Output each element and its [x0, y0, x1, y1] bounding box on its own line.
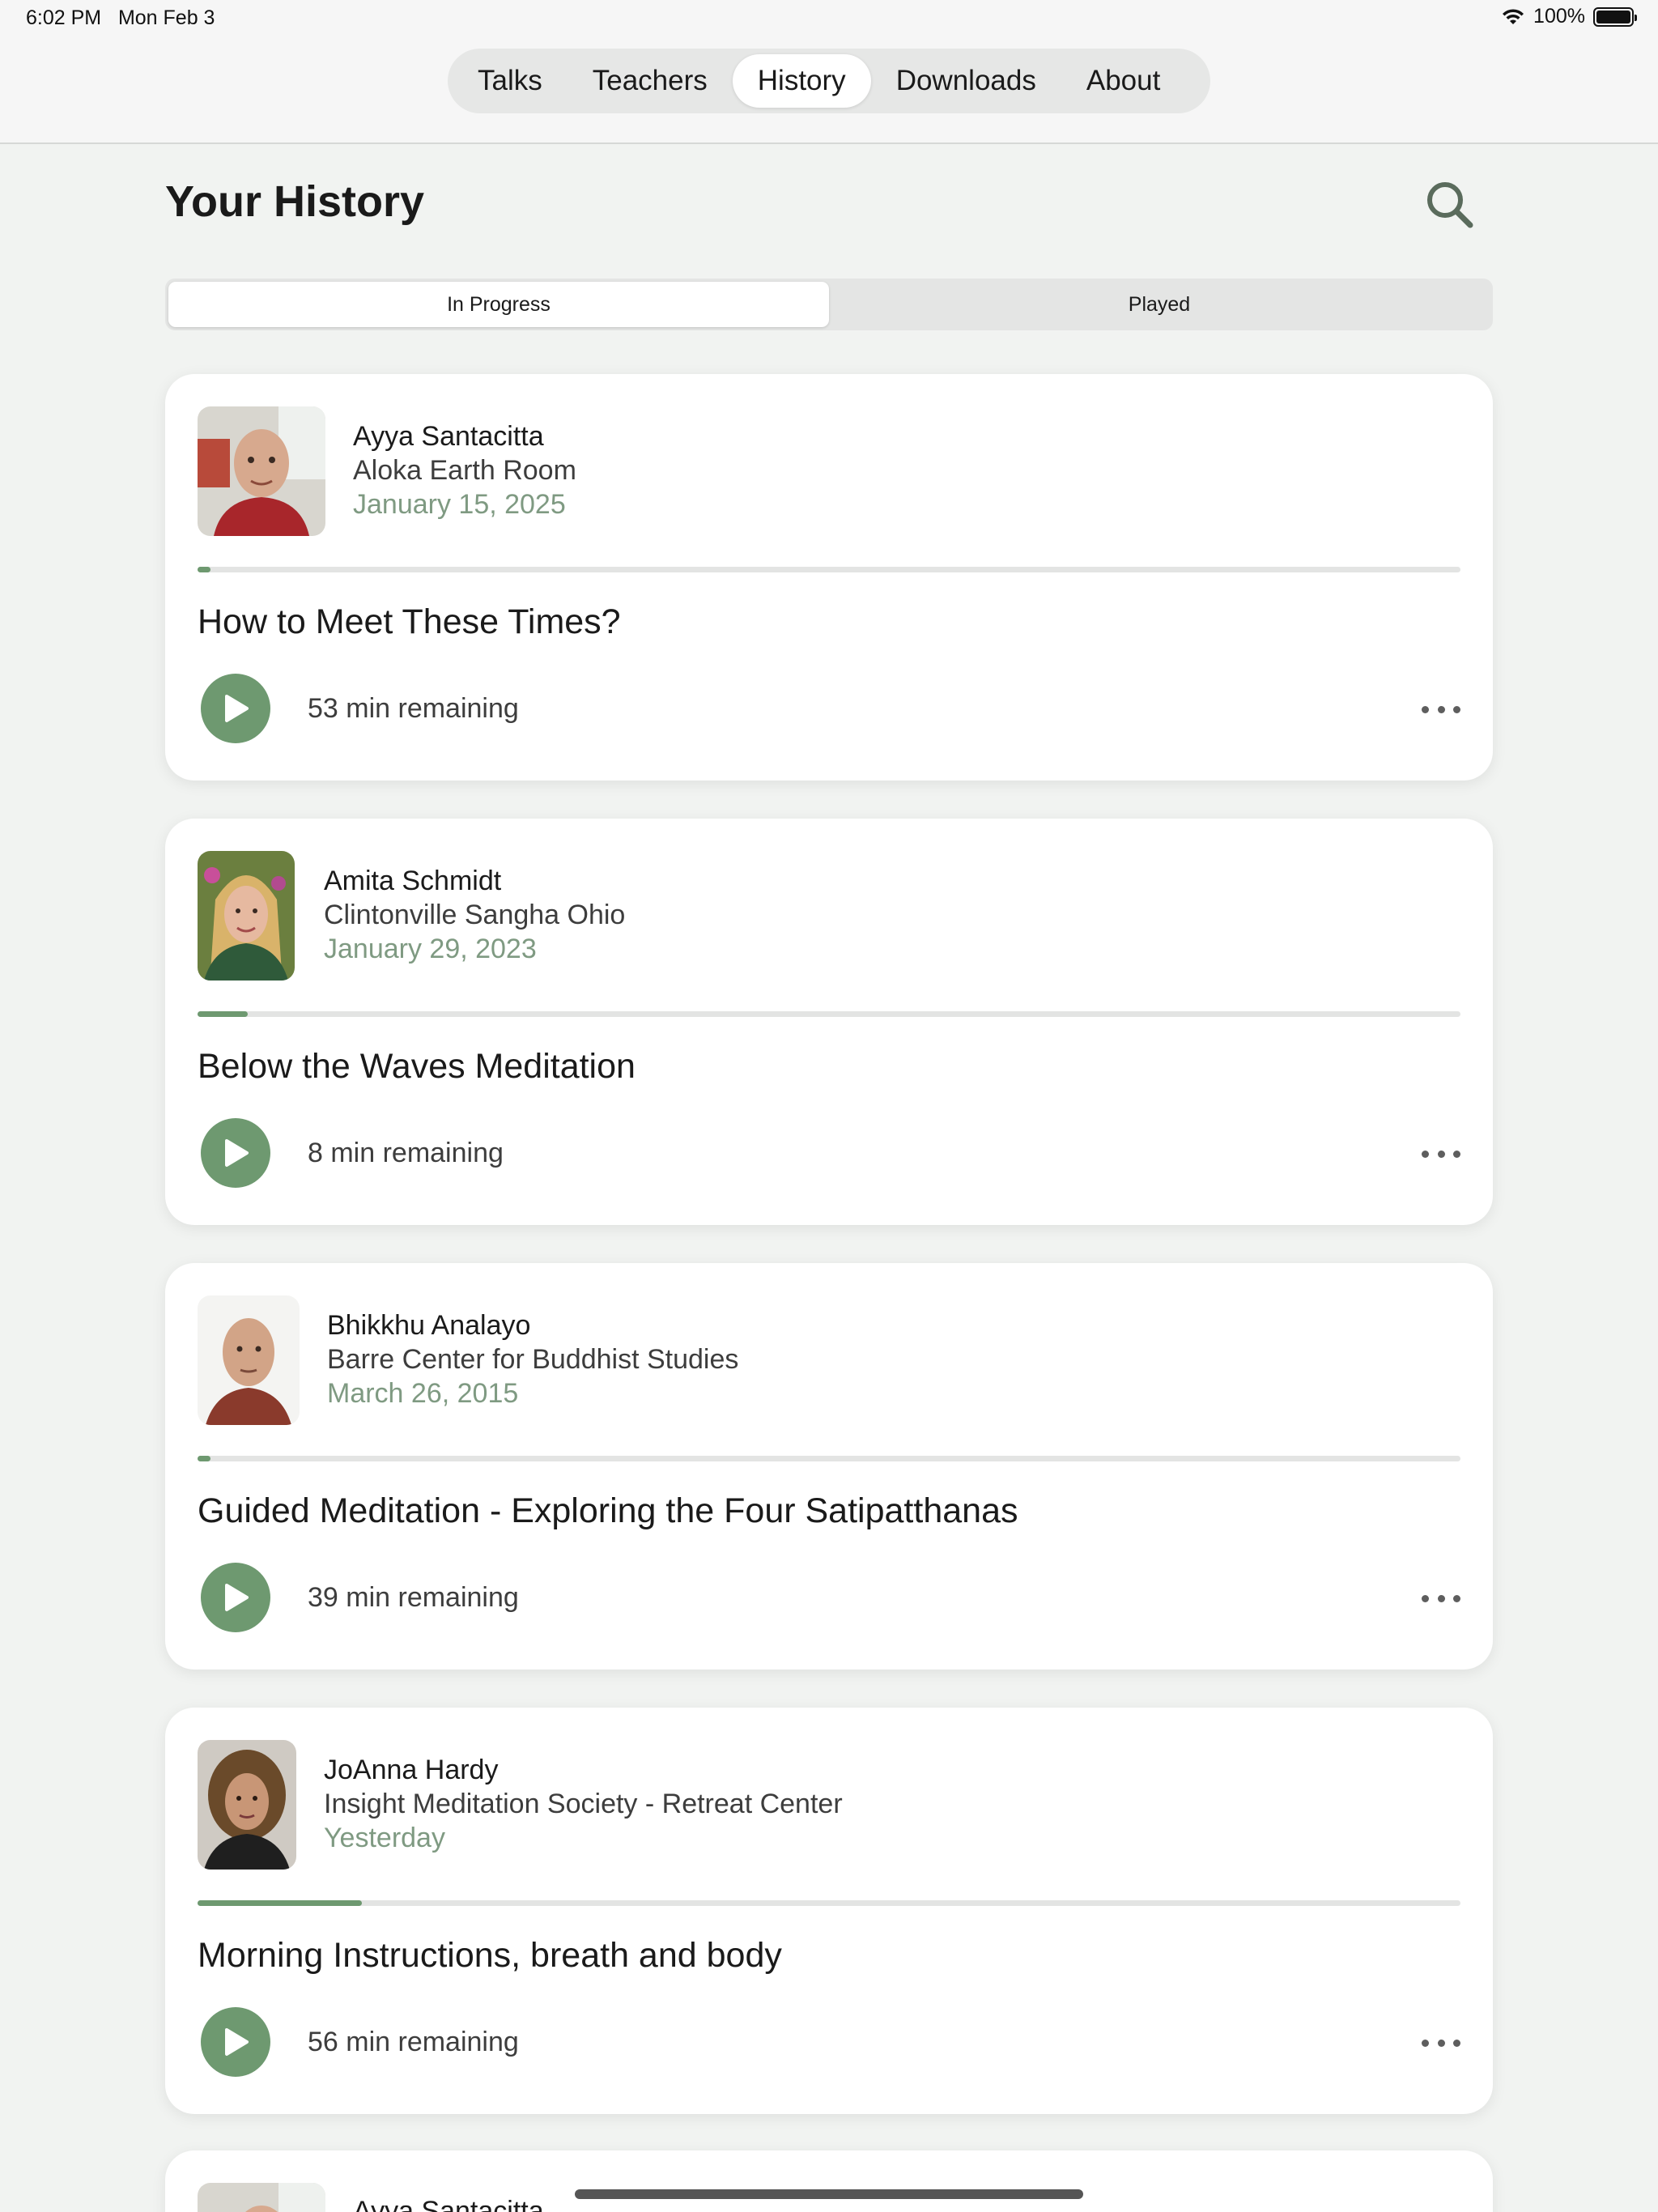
tab-history[interactable]: History	[732, 54, 871, 108]
talk-date: January 29, 2023	[324, 934, 537, 964]
home-indicator[interactable]	[575, 2189, 1083, 2199]
status-date: Mon Feb 3	[117, 6, 215, 29]
play-icon	[225, 1584, 249, 1611]
teacher-name[interactable]: Ayya Santacitta	[353, 419, 576, 453]
status-clock: 6:02 PM	[26, 6, 102, 29]
tab-teachers[interactable]: Teachers	[568, 54, 733, 108]
progress-fill	[198, 567, 210, 572]
play-icon	[225, 2028, 249, 2056]
play-button[interactable]	[201, 1118, 270, 1188]
play-icon	[225, 1139, 249, 1167]
play-button[interactable]	[201, 2007, 270, 2077]
talk-meta: Ayya Santacitta Aloka Earth Room January…	[353, 419, 576, 521]
talk-meta: Amita Schmidt Clintonville Sangha Ohio J…	[324, 864, 625, 966]
talk-title[interactable]: Below the Waves Meditation	[198, 1047, 636, 1087]
talk-date: January 15, 2025	[353, 489, 566, 520]
teacher-avatar	[198, 851, 295, 981]
teacher-avatar	[198, 1740, 296, 1870]
talk-title[interactable]: Morning Instructions, breath and body	[198, 1936, 782, 1976]
time-remaining: 8 min remaining	[308, 1138, 504, 1168]
more-options-icon[interactable]	[1422, 1584, 1460, 1613]
teacher-name[interactable]: Bhikkhu Analayo	[327, 1308, 738, 1342]
progress-fill	[198, 1900, 362, 1906]
status-indicators: 100%	[1501, 5, 1637, 28]
talk-meta: Bhikkhu Analayo Barre Center for Buddhis…	[327, 1308, 738, 1410]
teacher-avatar	[198, 406, 325, 536]
progress-fill	[198, 1011, 249, 1017]
status-time: 6:02 PM Mon Feb 3	[26, 6, 215, 30]
teacher-avatar	[198, 1295, 300, 1425]
play-icon	[225, 695, 249, 722]
tab-talks[interactable]: Talks	[453, 54, 568, 108]
venue-name: Aloka Earth Room	[353, 455, 576, 486]
teacher-name[interactable]: Amita Schmidt	[324, 864, 625, 898]
time-remaining: 56 min remaining	[308, 2027, 519, 2057]
talk-meta: JoAnna Hardy Insight Meditation Society …	[324, 1753, 843, 1855]
history-card[interactable]: Ayya Santacitta Aloka Earth Room January…	[165, 374, 1493, 781]
teacher-name[interactable]: JoAnna Hardy	[324, 1753, 843, 1787]
venue-name: Barre Center for Buddhist Studies	[327, 1344, 739, 1375]
main-nav: Talks Teachers History Downloads About	[448, 49, 1210, 113]
battery-icon	[1593, 6, 1637, 27]
teacher-name[interactable]: Ayya Santacitta	[353, 2196, 544, 2212]
progress-bar	[198, 1900, 1460, 1906]
play-button[interactable]	[201, 674, 270, 743]
progress-bar	[198, 1456, 1460, 1461]
page-title: Your History	[165, 177, 425, 226]
progress-bar	[198, 567, 1460, 572]
filter-played[interactable]: Played	[829, 282, 1490, 327]
talk-title[interactable]: Guided Meditation - Exploring the Four S…	[198, 1491, 1018, 1531]
wifi-icon	[1503, 8, 1524, 24]
time-remaining: 39 min remaining	[308, 1582, 519, 1613]
filter-in-progress[interactable]: In Progress	[168, 282, 829, 327]
progress-bar	[198, 1011, 1460, 1017]
venue-name: Insight Meditation Society - Retreat Cen…	[324, 1789, 843, 1819]
history-card[interactable]: Bhikkhu Analayo Barre Center for Buddhis…	[165, 1263, 1493, 1670]
talk-title[interactable]: How to Meet These Times?	[198, 602, 621, 642]
history-card[interactable]: Amita Schmidt Clintonville Sangha Ohio J…	[165, 819, 1493, 1225]
time-remaining: 53 min remaining	[308, 693, 519, 724]
play-button[interactable]	[201, 1563, 270, 1632]
tab-downloads[interactable]: Downloads	[871, 54, 1061, 108]
venue-name: Clintonville Sangha Ohio	[324, 900, 626, 930]
top-bar: 6:02 PM Mon Feb 3 100% Talks Teachers Hi…	[0, 0, 1658, 144]
history-card-partial[interactable]: Ayya Santacitta	[165, 2150, 1493, 2212]
history-card[interactable]: JoAnna Hardy Insight Meditation Society …	[165, 1708, 1493, 2114]
talk-date: March 26, 2015	[327, 1378, 519, 1409]
history-filter: In Progress Played	[165, 279, 1493, 330]
more-options-icon[interactable]	[1422, 2028, 1460, 2057]
more-options-icon[interactable]	[1422, 695, 1460, 724]
talk-date: Yesterday	[324, 1823, 445, 1853]
progress-fill	[198, 1456, 210, 1461]
search-icon[interactable]	[1423, 178, 1475, 230]
teacher-avatar	[198, 2183, 325, 2212]
more-options-icon[interactable]	[1422, 1139, 1460, 1168]
tab-about[interactable]: About	[1061, 54, 1185, 108]
battery-percent: 100%	[1533, 5, 1585, 28]
